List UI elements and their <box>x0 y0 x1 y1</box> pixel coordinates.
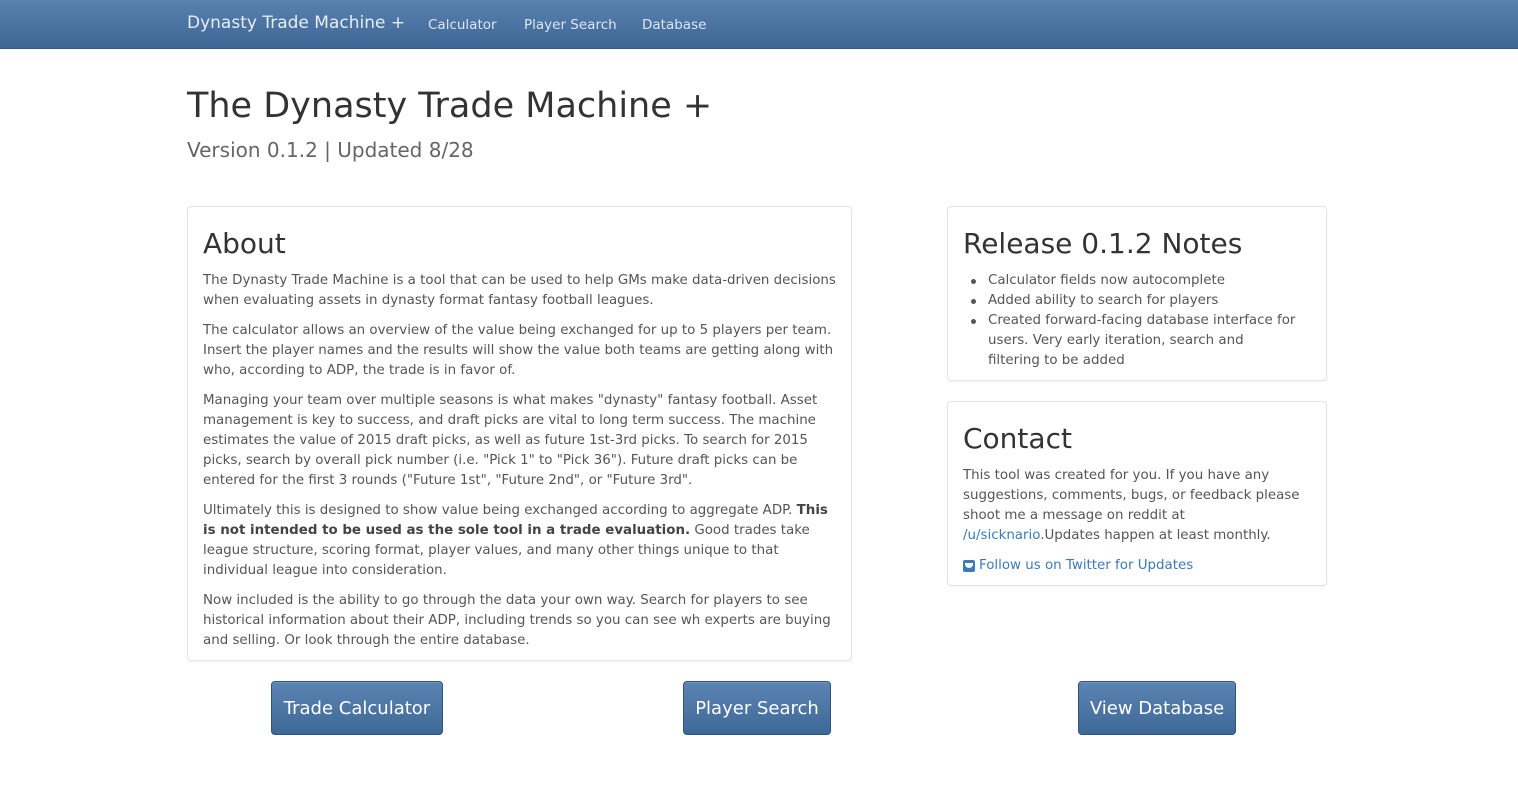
contact-panel: Contact This tool was created for you. I… <box>947 401 1327 586</box>
navbar: Dynasty Trade Machine + Calculator Playe… <box>0 0 1518 49</box>
reddit-link[interactable]: /u/sicknario <box>963 528 1040 543</box>
contact-message-end: .Updates happen at least monthly. <box>1040 528 1271 543</box>
about-paragraph: Ultimately this is designed to show valu… <box>203 501 841 581</box>
about-paragraph: Managing your team over multiple seasons… <box>203 393 818 488</box>
about-text: Ultimately this is designed to show valu… <box>203 503 797 518</box>
release-notes-heading: Release 0.1.2 Notes <box>963 227 1243 260</box>
release-notes-body: Calculator fields now autocomplete Added… <box>963 271 1318 371</box>
about-body: The Dynasty Trade Machine is a tool that… <box>203 271 841 661</box>
release-note-item: Created forward-facing database interfac… <box>971 311 1298 371</box>
view-database-button[interactable]: View Database <box>1078 681 1236 735</box>
nav-link-calculator[interactable]: Calculator <box>428 17 497 33</box>
about-paragraph: The Dynasty Trade Machine is a tool that… <box>203 273 836 308</box>
player-search-button[interactable]: Player Search <box>683 681 831 735</box>
twitter-link[interactable]: Follow us on Twitter for Updates <box>979 556 1193 576</box>
about-heading: About <box>203 227 286 260</box>
trade-calculator-button[interactable]: Trade Calculator <box>271 681 443 735</box>
release-note-item: Calculator fields now autocomplete <box>971 271 1298 291</box>
about-panel: About The Dynasty Trade Machine is a too… <box>187 206 852 661</box>
contact-message: This tool was created for you. If you ha… <box>963 468 1300 523</box>
release-notes-list: Calculator fields now autocomplete Added… <box>948 271 1298 371</box>
about-paragraph: Now included is the ability to go throug… <box>203 593 831 648</box>
page-title: The Dynasty Trade Machine + <box>187 86 713 126</box>
twitter-icon <box>963 560 975 572</box>
nav-link-database[interactable]: Database <box>642 17 706 33</box>
contact-heading: Contact <box>963 422 1072 455</box>
release-note-item: Added ability to search for players <box>971 291 1298 311</box>
nav-link-player-search[interactable]: Player Search <box>524 17 617 33</box>
page-subtitle: Version 0.1.2 | Updated 8/28 <box>187 138 474 162</box>
contact-text: This tool was created for you. If you ha… <box>963 466 1313 546</box>
contact-body: This tool was created for you. If you ha… <box>963 466 1313 576</box>
release-notes-panel: Release 0.1.2 Notes Calculator fields no… <box>947 206 1327 381</box>
navbar-brand[interactable]: Dynasty Trade Machine + <box>187 13 405 33</box>
twitter-row[interactable]: Follow us on Twitter for Updates <box>963 556 1313 576</box>
about-paragraph: The calculator allows an overview of the… <box>203 323 834 378</box>
